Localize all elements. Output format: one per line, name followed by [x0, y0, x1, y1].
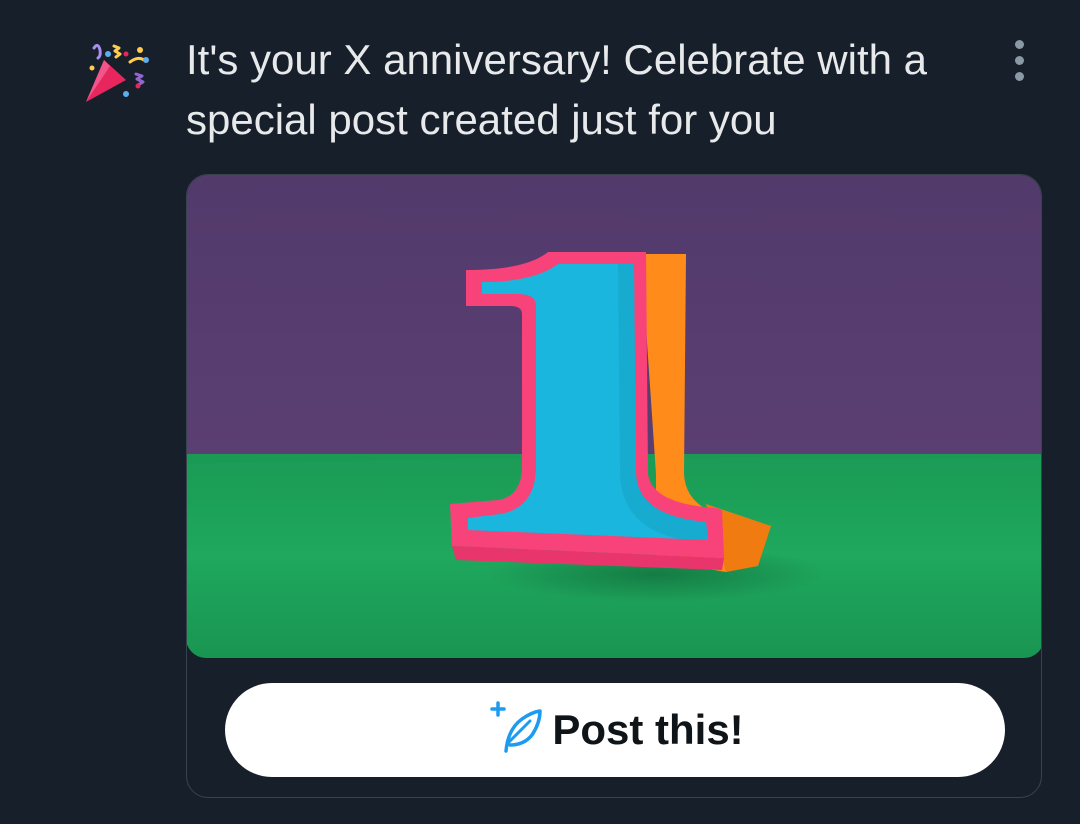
more-dot: [1015, 56, 1024, 65]
anniversary-image[interactable]: [187, 175, 1041, 658]
post-this-button[interactable]: Post this!: [225, 683, 1005, 777]
more-options-button[interactable]: [1006, 38, 1034, 84]
more-dot: [1015, 72, 1024, 81]
post-this-label: Post this!: [552, 706, 744, 753]
anniversary-notification: It's your X anniversary! Celebrate with …: [0, 0, 1080, 824]
compose-feather-icon: [490, 701, 543, 753]
anniversary-card: Post this!: [186, 174, 1042, 798]
number-one-illustration: [187, 175, 1041, 658]
more-dot: [1015, 40, 1024, 49]
party-popper-icon: [86, 43, 149, 102]
notification-text: It's your X anniversary! Celebrate with …: [186, 36, 928, 143]
